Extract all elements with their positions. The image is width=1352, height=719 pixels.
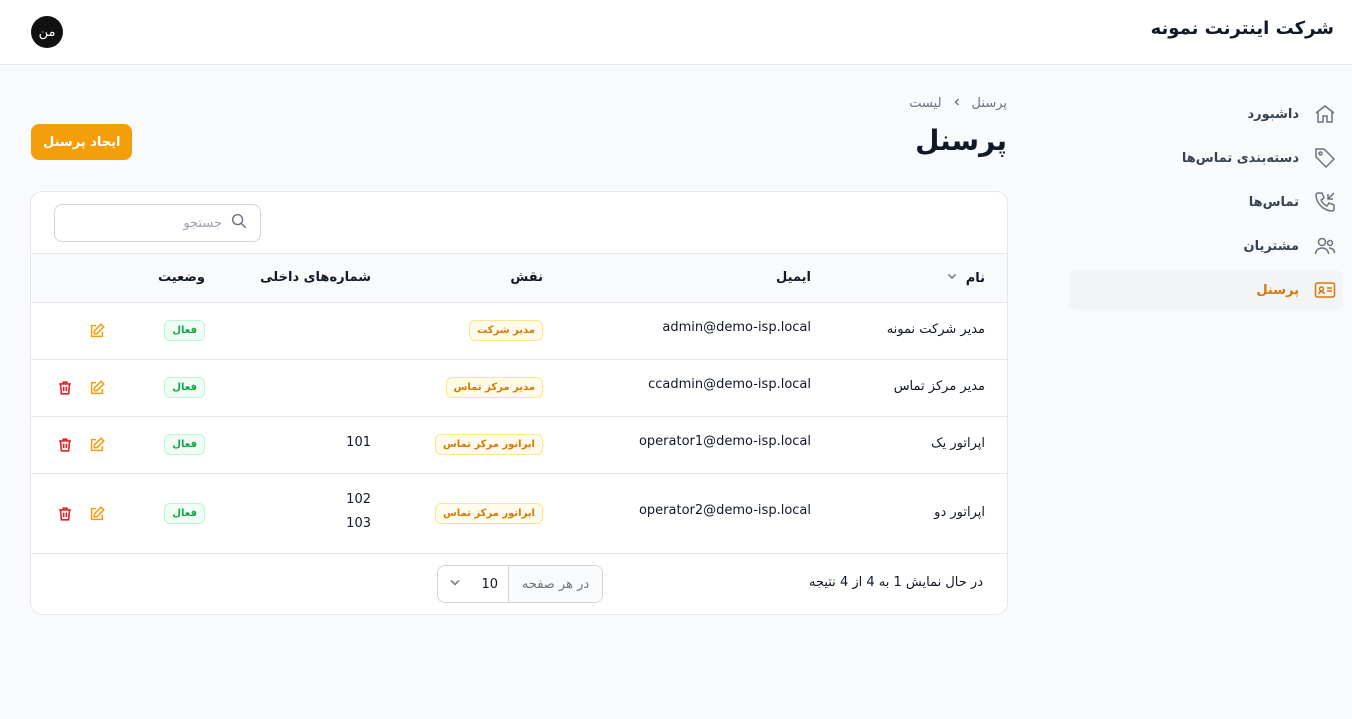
role-badge: اپراتور مرکز تماس xyxy=(434,503,543,524)
search-placeholder: جستجو xyxy=(183,215,222,231)
sidebar-item-calls[interactable]: تماس‌ها xyxy=(1069,182,1343,222)
column-header-extensions: شماره‌های داخلی xyxy=(260,270,371,285)
trash-icon[interactable] xyxy=(56,379,74,397)
breadcrumb: پرسنل لیست xyxy=(909,96,1007,111)
edit-icon[interactable] xyxy=(88,379,106,397)
home-icon xyxy=(1313,102,1337,126)
cell-email: operator1@demo-isp.local xyxy=(638,434,811,449)
breadcrumb-root[interactable]: پرسنل xyxy=(972,96,1007,111)
edit-icon[interactable] xyxy=(88,436,106,454)
sidebar-item-label: دسته‌بندی تماس‌ها xyxy=(1181,150,1299,166)
cell-email: ccadmin@demo-isp.local xyxy=(648,377,811,392)
chevron-left-icon xyxy=(952,96,962,111)
trash-icon[interactable] xyxy=(56,505,74,523)
cell-email: operator2@demo-isp.local xyxy=(638,503,811,518)
cell-name: اپراتور یک xyxy=(930,436,985,451)
results-summary: در حال نمایش 1 به 4 از 4 نتیجه xyxy=(808,575,983,590)
cell-extension: 102 xyxy=(346,492,371,507)
sidebar-item-dashboard[interactable]: داشبورد xyxy=(1069,94,1343,134)
column-header-email: ایمیل xyxy=(776,270,811,285)
brand-title: شرکت اینترنت نمونه xyxy=(1150,18,1334,39)
cell-name: مدیر شرکت نمونه xyxy=(886,322,985,337)
top-bar: شرکت اینترنت نمونه من xyxy=(0,0,1352,65)
page-title: پرسنل xyxy=(915,124,1007,157)
id-card-icon xyxy=(1313,278,1337,302)
table-row: اپراتور دو operator2@demo-isp.local اپرا… xyxy=(31,474,1007,554)
edit-icon[interactable] xyxy=(88,322,106,340)
chevron-down-icon xyxy=(448,575,462,593)
status-badge: فعال xyxy=(164,434,205,455)
per-page-label: در هر صفحه xyxy=(508,566,602,602)
per-page-select[interactable]: در هر صفحه 10 xyxy=(437,565,603,603)
sidebar-item-label: داشبورد xyxy=(1247,106,1299,122)
column-header-name: نام xyxy=(965,270,985,286)
per-page-value: 10 xyxy=(481,576,498,592)
table-row: اپراتور یک operator1@demo-isp.local اپرا… xyxy=(31,417,1007,474)
chevron-down-icon xyxy=(946,270,958,286)
sidebar-item-label: پرسنل xyxy=(1256,282,1299,298)
sidebar-item-personnel[interactable]: پرسنل xyxy=(1069,270,1343,310)
role-badge: اپراتور مرکز تماس xyxy=(434,434,543,455)
search-icon xyxy=(222,212,248,234)
avatar[interactable]: من xyxy=(31,16,63,48)
edit-icon[interactable] xyxy=(88,505,106,523)
cell-name: اپراتور دو xyxy=(934,505,985,520)
cell-name: مدیر مرکز تماس xyxy=(893,379,985,394)
table-row: مدیر شرکت نمونه admin@demo-isp.local مدی… xyxy=(31,303,1007,360)
status-badge: فعال xyxy=(164,377,205,398)
sidebar-item-label: تماس‌ها xyxy=(1248,194,1299,210)
per-page-dropdown[interactable]: 10 xyxy=(438,566,508,602)
search-input[interactable]: جستجو xyxy=(54,204,261,242)
table-header: نام ایمیل نقش شماره‌های داخلی وضعیت xyxy=(31,253,1007,303)
status-badge: فعال xyxy=(164,320,205,341)
status-badge: فعال xyxy=(164,503,205,524)
role-badge: مدیر شرکت xyxy=(469,320,543,341)
cell-extension: 101 xyxy=(346,435,371,450)
table-row: مدیر مرکز تماس ccadmin@demo-isp.local مد… xyxy=(31,360,1007,417)
cell-email: admin@demo-isp.local xyxy=(662,320,811,335)
create-personnel-button[interactable]: ایجاد پرسنل xyxy=(31,124,133,160)
trash-icon[interactable] xyxy=(56,436,74,454)
sidebar-item-call-categories[interactable]: دسته‌بندی تماس‌ها xyxy=(1069,138,1343,178)
cell-extension: 103 xyxy=(346,516,371,531)
sidebar-item-label: مشتریان xyxy=(1243,238,1299,254)
column-name-sort[interactable]: نام xyxy=(946,270,985,286)
users-icon xyxy=(1313,234,1337,258)
column-header-role: نقش xyxy=(510,270,543,285)
sidebar-item-customers[interactable]: مشتریان xyxy=(1069,226,1343,266)
column-header-status: وضعیت xyxy=(157,270,205,285)
tag-icon xyxy=(1313,146,1337,170)
personnel-table-card: جستجو نام ایمیل نقش شماره‌های داخلی وضعی… xyxy=(30,191,1008,615)
breadcrumb-current: لیست xyxy=(909,96,942,111)
role-badge: مدیر مرکز تماس xyxy=(445,377,543,398)
sidebar: داشبورد دسته‌بندی تماس‌ها تماس‌ها مشتریا… xyxy=(1069,94,1343,314)
phone-incoming-icon xyxy=(1313,190,1337,214)
